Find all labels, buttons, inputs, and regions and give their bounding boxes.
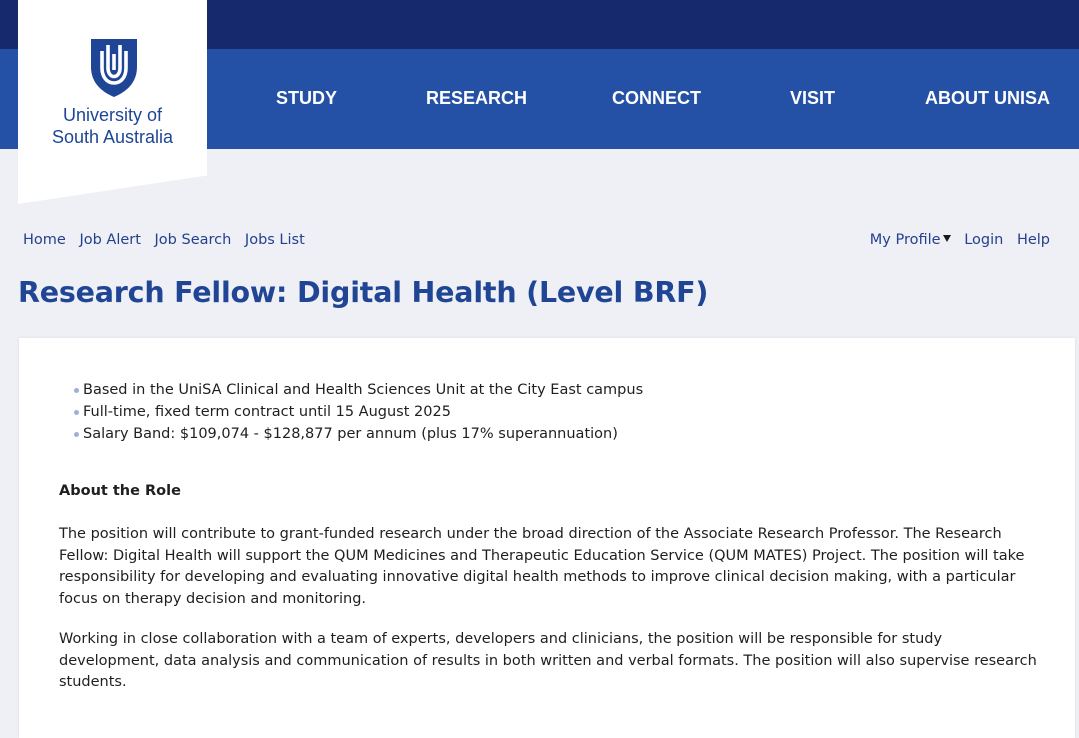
- logo-wordmark: University of South Australia: [18, 104, 207, 148]
- account-links: My Profile Login Help: [870, 232, 1050, 248]
- link-jobs-list[interactable]: Jobs List: [245, 232, 305, 248]
- page-title: Research Fellow: Digital Health (Level B…: [18, 276, 709, 309]
- role-paragraph-1: The position will contribute to grant-fu…: [59, 526, 1025, 607]
- list-item: Salary Band: $109,074 - $128,877 per ann…: [74, 423, 643, 445]
- unisa-shield-icon: [91, 39, 137, 97]
- list-item: Full-time, fixed term contract until 15 …: [74, 401, 643, 423]
- university-logo[interactable]: University of South Australia: [18, 0, 207, 204]
- link-job-search[interactable]: Job Search: [155, 232, 232, 248]
- list-item: Based in the UniSA Clinical and Health S…: [74, 379, 643, 401]
- my-profile-label: My Profile: [869, 232, 941, 248]
- caret-down-icon: [942, 235, 951, 242]
- link-help[interactable]: Help: [1017, 232, 1050, 248]
- about-role-heading: About the Role: [59, 483, 181, 499]
- job-description-panel: Based in the UniSA Clinical and Health S…: [19, 338, 1075, 738]
- nav-study[interactable]: STUDY: [276, 88, 337, 108]
- nav-visit[interactable]: VISIT: [790, 88, 835, 108]
- breadcrumb-nav: Home Job Alert Job Search Jobs List: [23, 232, 314, 248]
- nav-about-unisa[interactable]: ABOUT UNISA: [925, 88, 1050, 108]
- role-paragraph-2: Working in close collaboration with a te…: [59, 631, 1037, 690]
- link-login[interactable]: Login: [964, 232, 1003, 248]
- link-job-alert[interactable]: Job Alert: [79, 232, 140, 248]
- nav-connect[interactable]: CONNECT: [612, 88, 701, 108]
- nav-research[interactable]: RESEARCH: [426, 88, 527, 108]
- logo-line-1: University of: [62, 105, 163, 125]
- my-profile-dropdown[interactable]: My Profile: [870, 232, 951, 248]
- job-highlights-list: Based in the UniSA Clinical and Health S…: [74, 379, 643, 445]
- link-home[interactable]: Home: [23, 232, 66, 248]
- logo-line-2: South Australia: [51, 127, 174, 147]
